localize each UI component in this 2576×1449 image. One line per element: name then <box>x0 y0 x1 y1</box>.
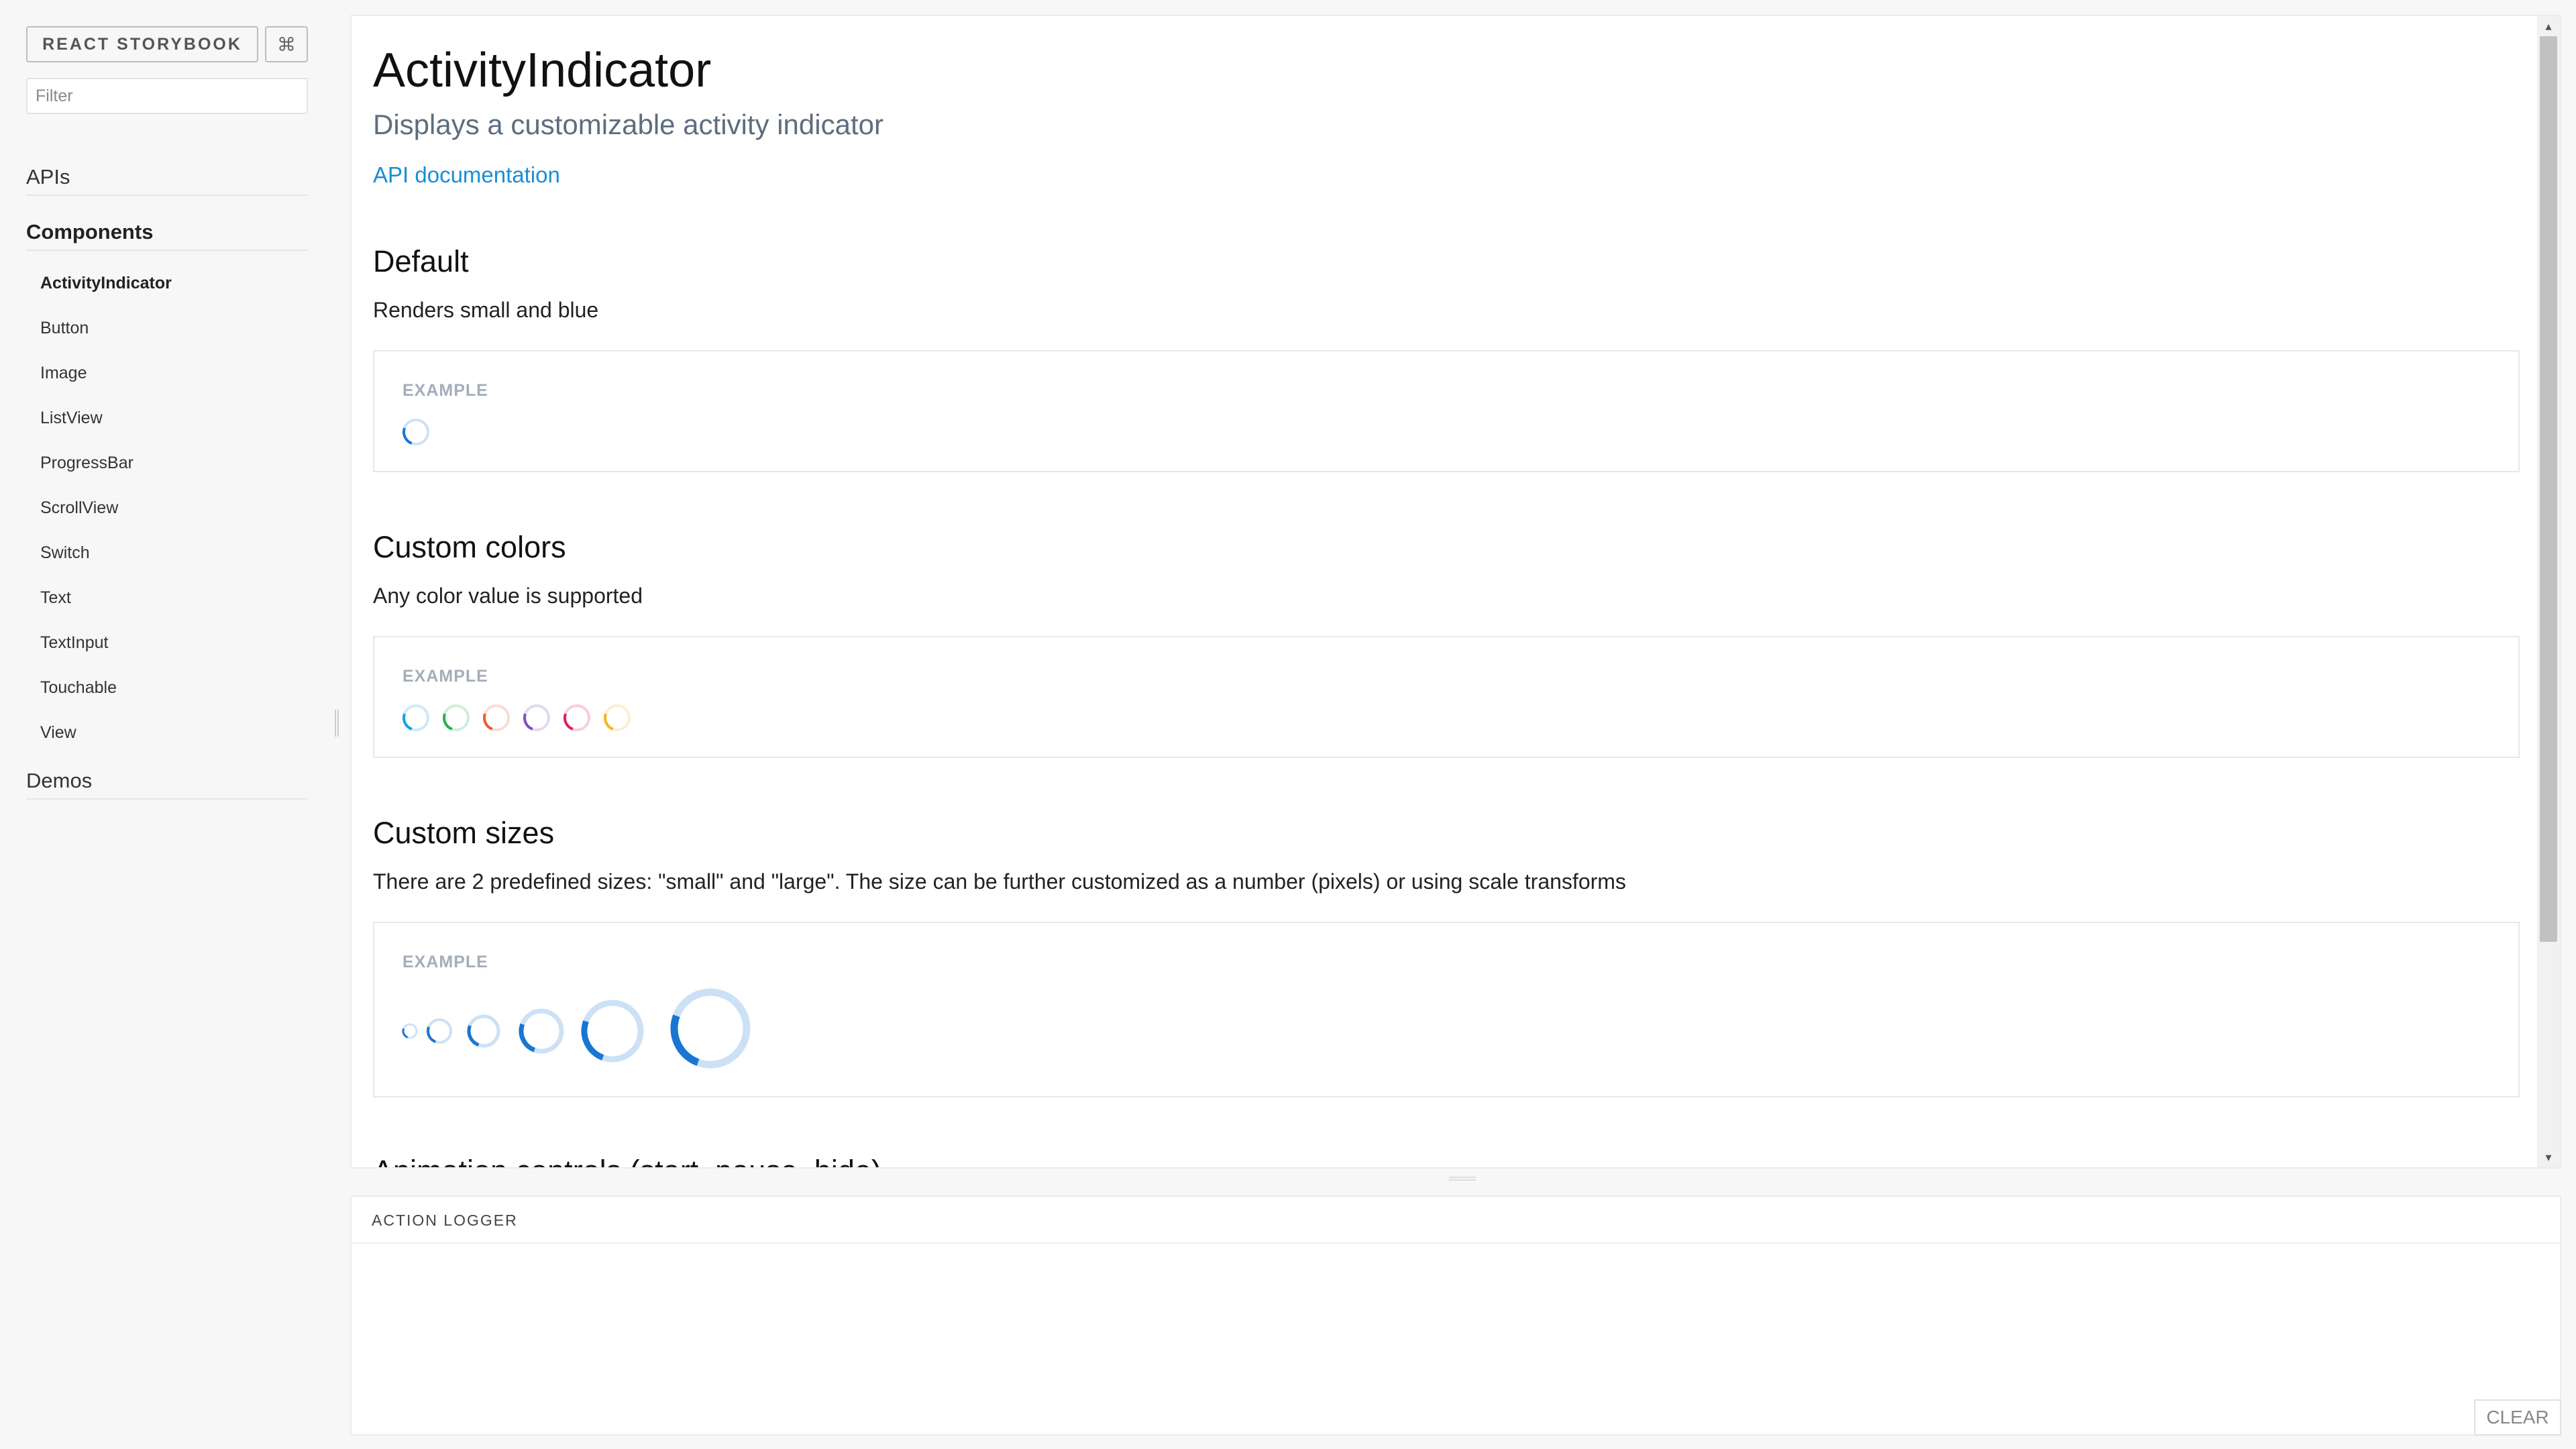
activity-indicator-size-xl <box>581 1000 644 1063</box>
activity-indicator-color-4 <box>523 704 550 731</box>
command-key-icon[interactable]: ⌘ <box>265 26 308 62</box>
activity-indicator-small <box>402 419 429 445</box>
filter-input[interactable] <box>26 78 308 114</box>
activity-indicator-size-medium <box>467 1014 500 1048</box>
panel-splitter-handle[interactable] <box>1449 1177 1476 1181</box>
nav-section-demos[interactable]: Demos <box>26 769 308 800</box>
clear-button[interactable]: CLEAR <box>2474 1399 2561 1436</box>
page-title: ActivityIndicator <box>373 44 712 97</box>
nav-item-switch[interactable]: Switch <box>40 543 90 563</box>
section-heading-animation-controls: Animation controls (start, pause, hide) <box>373 1154 881 1167</box>
section-heading-custom-colors: Custom colors <box>373 530 566 564</box>
activity-indicator-size-large <box>519 1008 564 1054</box>
action-logger-title: ACTION LOGGER <box>372 1212 518 1229</box>
preview-scrollbar[interactable]: ▴ ▾ <box>2537 16 2560 1167</box>
section-heading-custom-sizes: Custom sizes <box>373 816 555 850</box>
nav-item-activityindicator[interactable]: ActivityIndicator <box>40 274 172 293</box>
nav-item-touchable[interactable]: Touchable <box>40 678 117 698</box>
sidebar: REACT STORYBOOK ⌘ APIs Components Activi… <box>0 0 339 1449</box>
nav-section-components[interactable]: Components <box>26 220 308 251</box>
nav-item-listview[interactable]: ListView <box>40 409 103 428</box>
api-documentation-link[interactable]: API documentation <box>373 162 560 188</box>
activity-indicator-color-1 <box>402 704 429 731</box>
activity-indicator-size-xxl <box>670 988 751 1069</box>
sidebar-resize-handle[interactable] <box>335 710 339 737</box>
scroll-down-arrow-icon[interactable]: ▾ <box>2537 1147 2560 1167</box>
activity-indicator-color-2 <box>443 704 470 731</box>
nav-item-text[interactable]: Text <box>40 588 71 608</box>
nav-section-apis[interactable]: APIs <box>26 165 308 196</box>
nav-item-scrollview[interactable]: ScrollView <box>40 498 118 518</box>
example-box-custom-colors: EXAMPLE <box>373 636 2520 758</box>
nav-item-progressbar[interactable]: ProgressBar <box>40 453 133 473</box>
nav-item-view[interactable]: View <box>40 723 76 743</box>
page-subtitle: Displays a customizable activity indicat… <box>373 109 883 140</box>
example-box-default: EXAMPLE <box>373 350 2520 472</box>
example-label: EXAMPLE <box>402 667 488 686</box>
nav-item-button[interactable]: Button <box>40 319 89 338</box>
nav-item-textinput[interactable]: TextInput <box>40 633 108 653</box>
section-description-custom-sizes: There are 2 predefined sizes: "small" an… <box>373 869 1626 894</box>
scroll-up-arrow-icon[interactable]: ▴ <box>2537 16 2560 36</box>
example-label: EXAMPLE <box>402 381 488 400</box>
story-preview-panel: ActivityIndicator Displays a customizabl… <box>350 15 2561 1169</box>
scroll-thumb[interactable] <box>2540 36 2557 942</box>
activity-indicator-color-6 <box>604 704 631 731</box>
action-logger-panel: ACTION LOGGER CLEAR <box>350 1195 2561 1436</box>
action-logger-header: ACTION LOGGER <box>352 1197 2560 1244</box>
activity-indicator-color-3 <box>483 704 510 731</box>
storybook-brand-button[interactable]: REACT STORYBOOK <box>26 26 258 62</box>
section-description-custom-colors: Any color value is supported <box>373 584 643 608</box>
example-box-custom-sizes: EXAMPLE <box>373 922 2520 1097</box>
section-heading-default: Default <box>373 244 469 278</box>
activity-indicator-size-xs <box>402 1023 418 1039</box>
activity-indicator-size-small <box>427 1018 452 1044</box>
example-label: EXAMPLE <box>402 953 488 971</box>
activity-indicator-color-5 <box>564 704 590 731</box>
section-description-default: Renders small and blue <box>373 298 599 322</box>
nav-item-image[interactable]: Image <box>40 364 87 383</box>
